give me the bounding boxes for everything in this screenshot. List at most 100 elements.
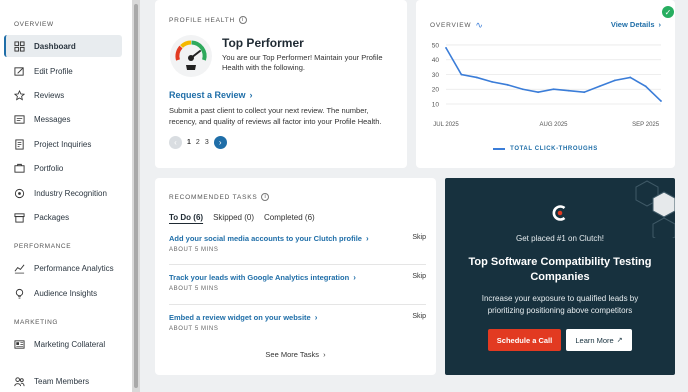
skip-button[interactable]: Skip bbox=[412, 234, 426, 241]
see-more-tasks-link[interactable]: See More Tasks › bbox=[155, 350, 436, 359]
pager-page-3[interactable]: 3 bbox=[205, 139, 209, 146]
data-point bbox=[552, 88, 555, 91]
sidebar-item-industry-recognition[interactable]: Industry Recognition bbox=[4, 182, 122, 204]
recommended-tasks-label: RECOMMENDED TASKS bbox=[169, 193, 258, 201]
sidebar-item-audience-insights[interactable]: Audience Insights bbox=[4, 282, 122, 304]
pager-next-button[interactable]: › bbox=[213, 136, 227, 149]
pager-page-2[interactable]: 2 bbox=[196, 139, 200, 146]
sidebar-item-edit-profile[interactable]: Edit Profile bbox=[4, 60, 122, 82]
view-details-link[interactable]: View Details › bbox=[611, 20, 661, 29]
task-item[interactable]: Add your social media accounts to your C… bbox=[169, 234, 436, 253]
trend-icon: ∿ bbox=[475, 20, 484, 30]
data-point bbox=[475, 76, 478, 79]
sidebar-item-dashboard[interactable]: Dashboard bbox=[4, 35, 122, 57]
y-tick-label: 30 bbox=[432, 72, 440, 79]
sidebar-item-label: Messages bbox=[34, 114, 71, 124]
skip-button[interactable]: Skip bbox=[412, 313, 426, 320]
chevron-right-icon: › bbox=[314, 313, 318, 322]
sidebar-scrollbar-thumb[interactable] bbox=[134, 4, 138, 388]
sidebar-item-messages[interactable]: Messages bbox=[4, 108, 122, 130]
request-review-text: Submit a past client to collect your nex… bbox=[169, 106, 382, 126]
promo-kicker: Get placed #1 on Clutch! bbox=[515, 234, 605, 243]
schedule-call-button[interactable]: Schedule a Call bbox=[488, 329, 561, 351]
messages-icon bbox=[13, 113, 25, 125]
pager-page-1[interactable]: 1 bbox=[187, 139, 191, 146]
sidebar-item-project-inquiries[interactable]: Project Inquiries bbox=[4, 133, 122, 155]
click-through-chart: 10 20 30 40 50 JUL 2025 AUG 2025 SEP 2025 bbox=[432, 42, 662, 128]
section-marketing: MARKETING bbox=[14, 319, 59, 326]
profile-health-label: PROFILE HEALTH bbox=[169, 16, 235, 24]
edit-profile-icon bbox=[13, 65, 25, 77]
profile-health-title: Top Performer bbox=[222, 36, 304, 50]
star-icon bbox=[13, 89, 25, 101]
section-performance: PERFORMANCE bbox=[14, 243, 72, 250]
sidebar-item-label: Project Inquiries bbox=[34, 139, 92, 149]
y-tick-label: 20 bbox=[432, 87, 440, 94]
data-point bbox=[644, 85, 647, 88]
sidebar-item-label: Team Members bbox=[34, 376, 90, 386]
team-icon bbox=[13, 375, 25, 387]
data-point bbox=[660, 100, 662, 102]
task-title[interactable]: Add your social media accounts to your C… bbox=[169, 234, 362, 243]
promo-card: Get placed #1 on Clutch! Top Software Co… bbox=[445, 178, 675, 375]
recommended-tasks-card: RECOMMENDED TASKS i To Do (6) Skipped (0… bbox=[155, 178, 436, 375]
task-item[interactable]: Embed a review widget on your website › … bbox=[169, 313, 436, 332]
success-check-icon: ✓ bbox=[662, 6, 674, 18]
skip-button[interactable]: Skip bbox=[412, 273, 426, 280]
sidebar-item-label: Dashboard bbox=[34, 41, 76, 51]
sidebar-item-reviews[interactable]: Reviews bbox=[4, 84, 122, 106]
view-details-label: View Details bbox=[610, 20, 655, 29]
info-icon[interactable]: i bbox=[238, 16, 247, 24]
data-point bbox=[598, 85, 601, 88]
pager-prev-button[interactable]: ‹ bbox=[169, 136, 182, 149]
profile-health-card: PROFILE HEALTH i Top Performer You are o… bbox=[155, 0, 407, 168]
tab-to-do[interactable]: To Do (6) bbox=[169, 213, 203, 222]
learn-more-button[interactable]: Learn More ↗ bbox=[566, 329, 632, 351]
profile-health-description: You are our Top Performer! Maintain your… bbox=[222, 53, 383, 72]
x-tick-label: SEP 2025 bbox=[632, 122, 660, 128]
data-point bbox=[537, 91, 540, 94]
promo-body: Increase your exposure to qualified lead… bbox=[481, 294, 639, 315]
x-tick-label: JUL 2025 bbox=[433, 122, 459, 128]
chevron-right-icon: › bbox=[323, 350, 326, 359]
overview-label: OVERVIEW bbox=[430, 22, 472, 29]
task-time: ABOUT 5 MINS bbox=[169, 286, 219, 292]
bulb-icon bbox=[13, 287, 25, 299]
profile-pager: ‹ 1 2 3 › bbox=[169, 136, 227, 149]
task-item[interactable]: Track your leads with Google Analytics i… bbox=[169, 273, 436, 292]
chevron-right-icon: › bbox=[365, 234, 369, 243]
data-point bbox=[506, 83, 509, 86]
sidebar-item-marketing-collateral[interactable]: Marketing Collateral bbox=[4, 333, 122, 355]
tab-skipped[interactable]: Skipped (0) bbox=[213, 213, 254, 222]
clutch-logo-icon bbox=[552, 205, 566, 221]
task-title[interactable]: Embed a review widget on your website bbox=[169, 313, 311, 322]
sidebar-item-packages[interactable]: Packages bbox=[4, 206, 122, 228]
sidebar-item-team-members[interactable]: Team Members bbox=[4, 370, 122, 392]
task-time: ABOUT 5 MINS bbox=[169, 247, 219, 253]
data-point bbox=[567, 89, 570, 92]
hexagon-decoration bbox=[635, 180, 675, 238]
grid-icon bbox=[13, 40, 25, 52]
sidebar-item-label: Reviews bbox=[34, 90, 65, 100]
tab-completed[interactable]: Completed (6) bbox=[264, 213, 315, 222]
info-icon[interactable]: i bbox=[261, 193, 270, 201]
recognition-icon bbox=[13, 187, 25, 199]
collateral-icon bbox=[13, 338, 25, 350]
data-point bbox=[445, 47, 447, 49]
legend-swatch bbox=[493, 148, 506, 150]
divider bbox=[169, 264, 426, 265]
sidebar-item-performance-analytics[interactable]: Performance Analytics bbox=[4, 257, 122, 279]
health-gauge-icon bbox=[170, 35, 212, 77]
inquiries-icon bbox=[13, 138, 25, 150]
request-review-link[interactable]: Request a Review › bbox=[169, 90, 253, 100]
chevron-right-icon: › bbox=[658, 20, 662, 29]
legend-label: TOTAL CLICK-THROUGHS bbox=[510, 146, 598, 152]
chart-legend: TOTAL CLICK-THROUGHS bbox=[416, 146, 675, 152]
data-point bbox=[491, 80, 493, 83]
sidebar-item-label: Edit Profile bbox=[34, 66, 73, 76]
task-title[interactable]: Track your leads with Google Analytics i… bbox=[169, 273, 349, 282]
sidebar-item-portfolio[interactable]: Portfolio bbox=[4, 157, 122, 179]
data-point bbox=[521, 88, 524, 91]
sidebar-item-label: Industry Recognition bbox=[34, 188, 107, 198]
x-tick-label: AUG 2025 bbox=[539, 122, 568, 128]
